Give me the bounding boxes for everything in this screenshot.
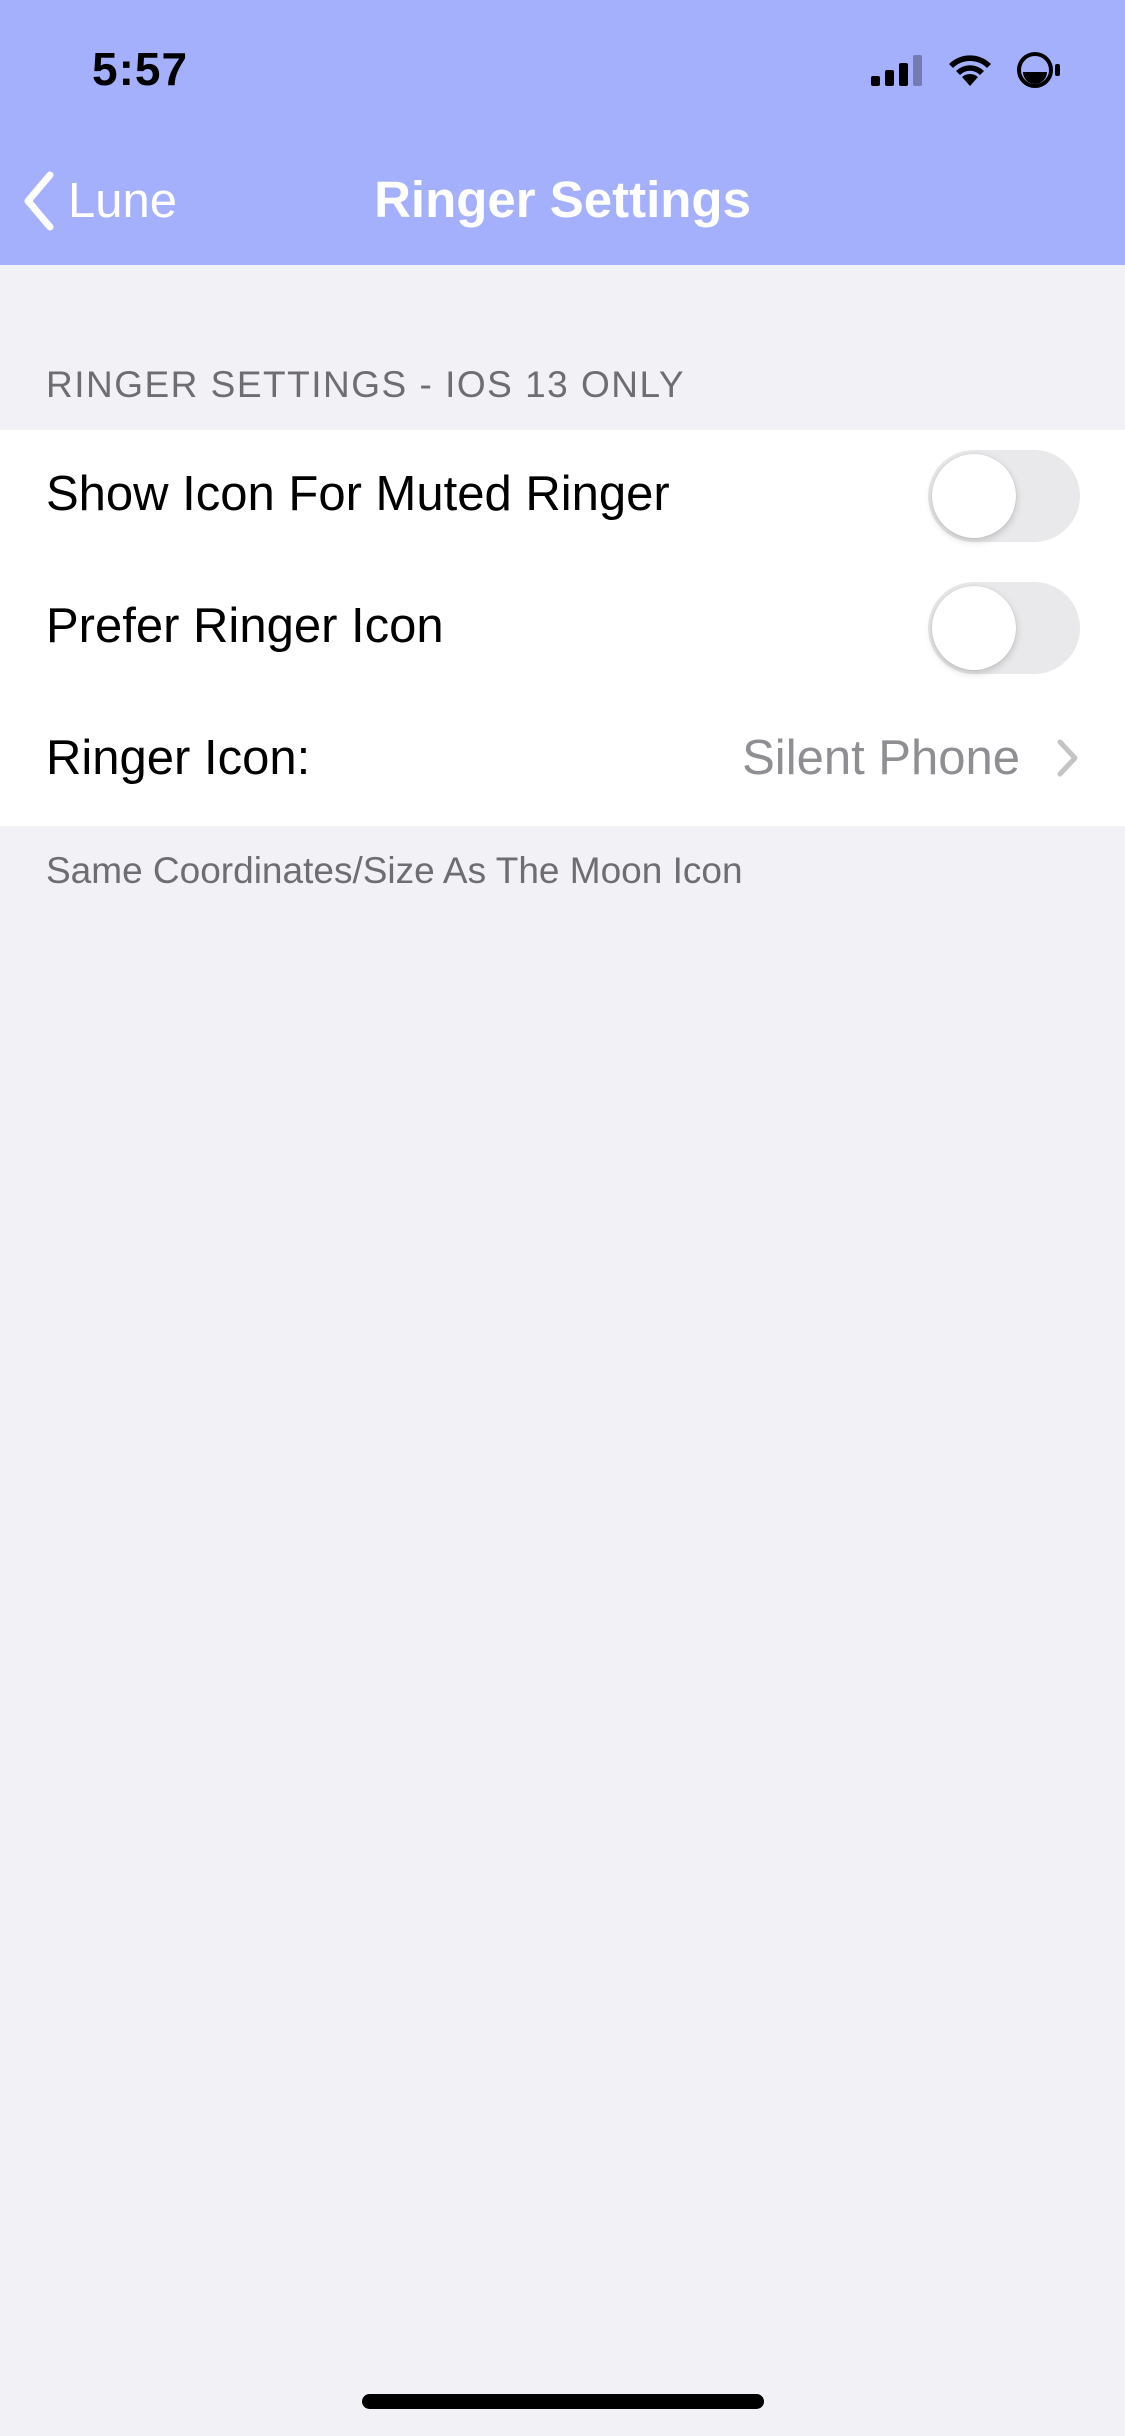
- cellular-signal-icon: [871, 55, 922, 86]
- section-header: RINGER SETTINGS - IOS 13 ONLY: [46, 364, 686, 405]
- settings-group: Show Icon For Muted Ringer Prefer Ringer…: [0, 430, 1125, 826]
- toggle-knob: [932, 586, 1016, 670]
- row-label: Prefer Ringer Icon: [46, 599, 444, 653]
- navigation-bar: Lune Ringer Settings: [0, 150, 1125, 250]
- home-indicator[interactable]: [362, 2394, 764, 2409]
- row-label: Show Icon For Muted Ringer: [46, 467, 670, 521]
- prefer-ringer-icon-row: Prefer Ringer Icon: [0, 562, 1125, 694]
- header: 5:57 Lune Ringer Settings: [0, 0, 1125, 265]
- show-muted-ringer-icon-toggle[interactable]: [928, 450, 1080, 542]
- section-footer: Same Coordinates/Size As The Moon Icon: [46, 850, 743, 891]
- ringer-icon-row[interactable]: Ringer Icon: Silent Phone: [0, 694, 1125, 826]
- status-icons: [871, 48, 1065, 92]
- status-time: 5:57: [92, 43, 189, 95]
- show-muted-ringer-icon-row: Show Icon For Muted Ringer: [0, 430, 1125, 562]
- wifi-icon: [949, 55, 991, 86]
- prefer-ringer-icon-toggle[interactable]: [928, 582, 1080, 674]
- row-label: Ringer Icon:: [46, 731, 311, 785]
- chevron-right-icon: [1057, 739, 1078, 777]
- ringer-icon-value: Silent Phone: [742, 731, 1020, 785]
- page-title: Ringer Settings: [374, 171, 751, 228]
- moon-battery-icon: [1017, 52, 1060, 88]
- status-bar: 5:57: [0, 0, 1125, 132]
- toggle-knob: [932, 454, 1016, 538]
